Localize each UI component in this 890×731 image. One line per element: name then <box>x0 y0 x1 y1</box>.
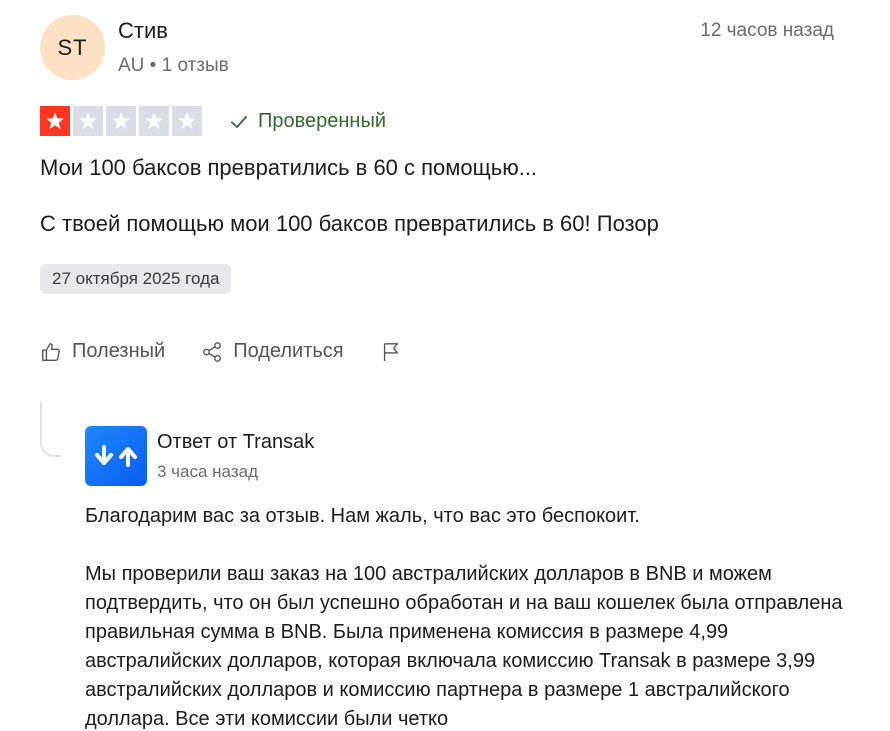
reply-connector <box>40 402 62 457</box>
transak-logo <box>85 426 147 486</box>
reply-time: 3 часа назад <box>157 462 258 481</box>
thumbs-up-icon <box>42 342 60 361</box>
reply-body: Благодарим вас за отзыв. Нам жаль, что в… <box>85 502 855 731</box>
avatar[interactable]: ST <box>40 15 105 80</box>
review-title[interactable]: Мои 100 баксов превратились в 60 с помощ… <box>40 155 537 181</box>
reply-author: Ответ от Transak <box>157 431 315 453</box>
share-label: Поделиться <box>233 340 344 362</box>
report-button[interactable] <box>380 341 402 363</box>
review-actions: Полезный Поделиться <box>40 340 438 363</box>
share-button[interactable]: Поделиться <box>201 340 344 363</box>
star-icon <box>172 106 202 136</box>
share-icon <box>203 341 222 362</box>
flag-icon <box>383 342 398 361</box>
reply-paragraph: Благодарим вас за отзыв. Нам жаль, что в… <box>85 505 640 527</box>
star-icon <box>106 106 136 136</box>
useful-label: Полезный <box>72 340 166 362</box>
star-rating <box>40 106 202 136</box>
reviewer-meta: AU • 1 отзыв <box>118 55 229 76</box>
star-icon <box>40 106 70 136</box>
review-date: 27 октября 2025 года <box>40 264 232 294</box>
useful-button[interactable]: Полезный <box>40 340 165 363</box>
avatar-initials: ST <box>57 34 88 60</box>
reviewer-name[interactable]: Стив <box>118 18 168 44</box>
star-icon <box>73 106 103 136</box>
review-text: С твоей помощью мои 100 баксов превратил… <box>40 211 659 236</box>
verified-badge[interactable]: Проверенный <box>230 110 386 133</box>
review-date-text: 27 октября 2025 года <box>52 269 220 288</box>
verified-label: Проверенный <box>258 110 387 132</box>
review-time: 12 часов назад <box>700 20 834 41</box>
checkmark-icon <box>231 115 247 128</box>
star-icon <box>139 106 169 136</box>
reply-paragraph: Мы проверили ваш заказ на 100 австралийс… <box>85 563 843 730</box>
